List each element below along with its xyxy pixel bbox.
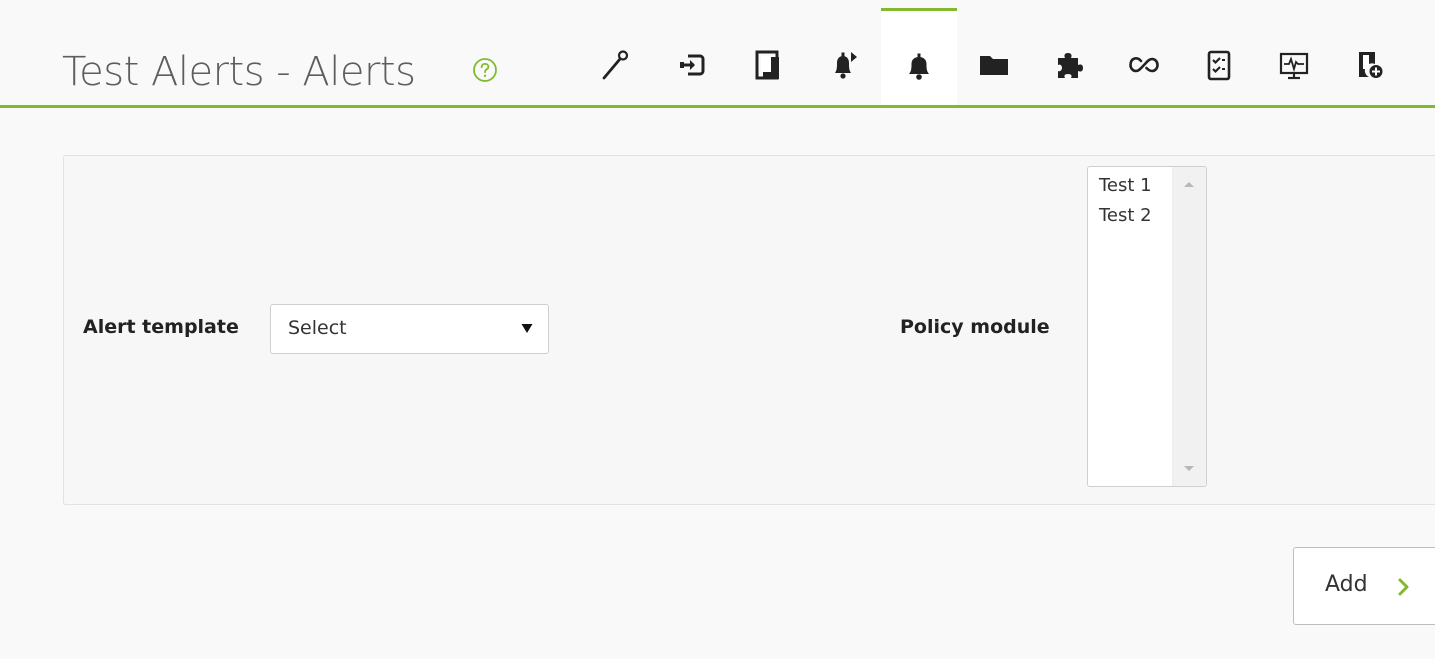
dropdown-arrow-icon	[521, 324, 533, 333]
toolbar-item-wand[interactable]	[578, 8, 654, 105]
wand-icon	[602, 49, 629, 79]
policy-module-option[interactable]: Test 2	[1099, 205, 1152, 226]
policy-module-label: Policy module	[900, 316, 1050, 338]
bell-arrow-icon	[835, 51, 857, 79]
toolbar-item-link[interactable]	[1106, 8, 1182, 105]
scroll-down-arrow-icon[interactable]	[1182, 464, 1196, 474]
policy-module-listbox[interactable]: Test 1 Test 2	[1087, 166, 1207, 487]
login-icon	[680, 54, 705, 75]
scroll-up-arrow-icon[interactable]	[1182, 179, 1196, 189]
bell-icon	[909, 53, 929, 80]
link-icon	[1129, 56, 1159, 72]
toolbar-item-login[interactable]	[654, 8, 730, 105]
puzzle-icon	[1058, 52, 1083, 78]
toolbar-item-folder[interactable]	[956, 8, 1032, 105]
toolbar-item-add-module[interactable]	[1331, 8, 1407, 105]
toolbar-item-bell-arrow[interactable]	[806, 8, 882, 105]
add-button-label: Add	[1325, 572, 1368, 597]
toolbar-item-monitor[interactable]	[1256, 8, 1332, 105]
alert-form-panel: Alert template Select Policy module Test…	[63, 155, 1435, 505]
help-circle-icon[interactable]	[472, 57, 498, 83]
policy-module-option[interactable]: Test 1	[1099, 175, 1152, 196]
toolbar-item-copy[interactable]	[730, 8, 806, 105]
alert-template-select[interactable]: Select	[270, 304, 549, 354]
copy-icon	[755, 50, 779, 79]
toolbar-item-bell[interactable]	[881, 8, 957, 105]
listbox-scrollbar[interactable]	[1172, 167, 1206, 486]
checklist-icon	[1207, 50, 1231, 80]
alert-template-label: Alert template	[83, 316, 239, 338]
toolbar-item-puzzle[interactable]	[1031, 8, 1107, 105]
monitor-icon	[1279, 52, 1309, 79]
folder-icon	[980, 55, 1008, 75]
toolbar-item-checklist[interactable]	[1181, 8, 1257, 105]
add-button[interactable]: Add	[1293, 547, 1435, 625]
alert-template-selected-value: Select	[288, 317, 347, 339]
chevron-right-icon	[1398, 578, 1409, 596]
page-title: Test Alerts - Alerts	[62, 49, 416, 95]
add-module-icon	[1359, 51, 1383, 78]
page-header: Test Alerts - Alerts	[0, 0, 1435, 108]
